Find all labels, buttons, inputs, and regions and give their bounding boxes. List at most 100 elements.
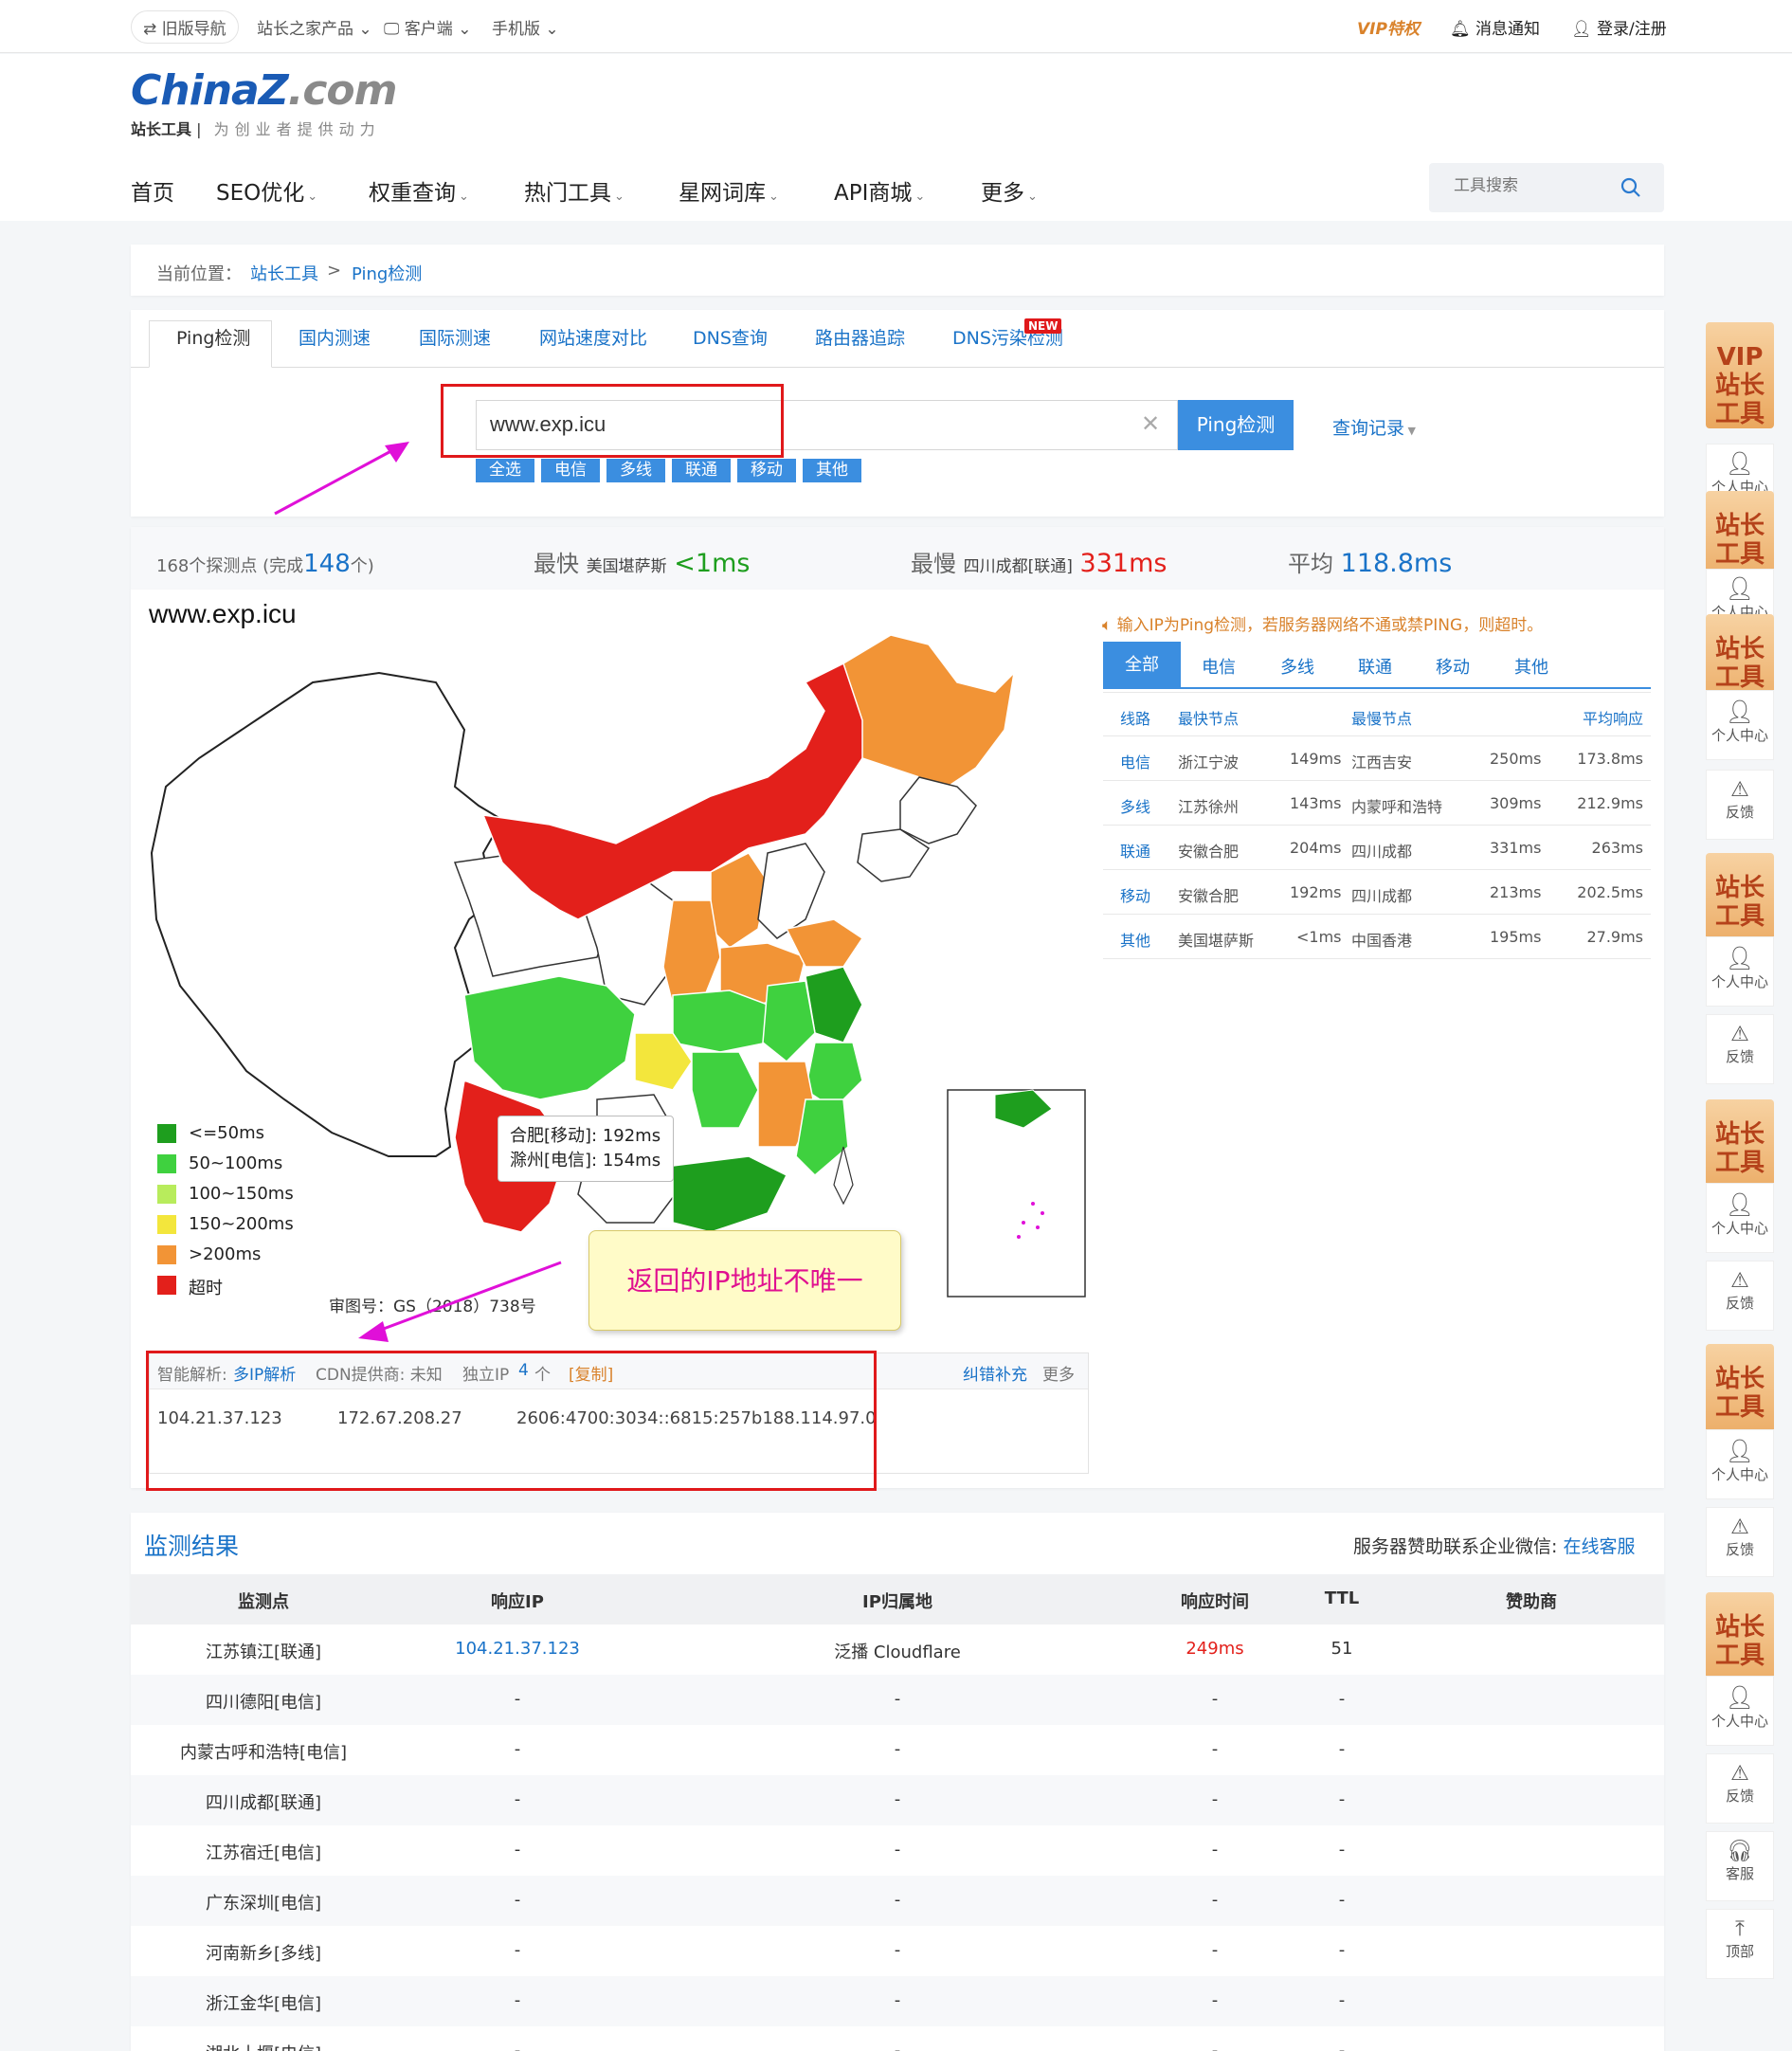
route-tab-other[interactable]: 其他 [1514,654,1548,679]
feedback-button[interactable]: ⚠︎ 反馈 [1706,1507,1774,1577]
route-row: 电信 浙江宁波 149ms 江西吉安 250ms 173.8ms [1103,736,1651,781]
tool-search-input[interactable] [1454,176,1615,195]
filter-unicom[interactable]: 联通 [672,459,731,482]
feedback-button[interactable]: ⚠︎ 反馈 [1706,1014,1774,1084]
nav-api[interactable]: API商城 ⌄ [834,174,925,207]
route-tab-telecom[interactable]: 电信 [1202,654,1236,679]
legend-label: <=50ms [189,1123,264,1143]
online-service-link[interactable]: 在线客服 [1563,1536,1635,1557]
nav-home[interactable]: 首页 [131,174,174,207]
clear-icon[interactable]: ✕ [1141,410,1160,437]
map-region-heilongjiang [842,634,1016,788]
bell-icon: 🔔︎ [1450,20,1475,39]
ping-hint: 🔈︎ 输入IP为Ping检测，若服务器网络不通或禁PING，则超时。 [1102,616,1544,635]
history-link[interactable]: 查询记录 ▼ [1332,414,1416,440]
sponsor-contact: 服务器赞助联系企业微信: 在线客服 [1353,1536,1636,1557]
highlight-box [146,1351,877,1491]
table-row: 江苏镇江[联通] 104.21.37.123 泛播 Cloudflare 249… [205,1639,1353,1662]
map-region-shanxi [710,852,769,949]
mobile-menu[interactable]: 手机版 ⌄ [492,15,559,39]
map-region-hubei [672,989,769,1053]
products-menu[interactable]: 站长之家产品 ⌄ [257,15,372,39]
nav-seo[interactable]: SEO优化 ⌄ [216,174,317,207]
user-icon: 👤︎ [1725,1684,1755,1711]
personal-center-button[interactable]: 👤︎ 个人中心 [1706,936,1774,1007]
legend-swatch [157,1124,176,1143]
more-link[interactable]: 更多 [1042,1361,1075,1385]
breadcrumb-current[interactable]: Ping检测 [352,261,422,285]
tab-intl-speed[interactable]: 国际测速 [419,324,491,350]
login-link[interactable]: 👤︎ 登录/注册 [1571,15,1667,39]
results-header-row: 监测点 响应IP IP归属地 响应时间 TTL 赞助商 [131,1574,1664,1624]
annotation-callout: 返回的IP地址不唯一 [588,1230,901,1331]
old-nav-link[interactable]: ⇄ 旧版导航 [131,10,239,44]
filter-other[interactable]: 其他 [803,459,861,482]
arrow-annotation [274,442,409,516]
swap-icon: ⇄ [143,20,162,39]
tab-site-compare[interactable]: 网站速度对比 [539,324,647,350]
service-button[interactable]: 🎧︎ 客服 [1706,1831,1774,1901]
personal-center-button[interactable]: 👤︎ 个人中心 [1706,1429,1774,1499]
chevron-down-icon: ⌄ [769,190,779,204]
table-row: 内蒙古呼和浩特[电信] - - - - [179,1739,1346,1763]
legend-label: 超时 [189,1279,223,1298]
route-row: 其他 美国堪萨斯 <1ms 中国香港 195ms 27.9ms [1103,915,1651,959]
filter-telecom[interactable]: 电信 [541,459,600,482]
route-tab-multiline[interactable]: 多线 [1280,654,1314,679]
top-bar: ⇄ 旧版导航 站长之家产品 ⌄ 🖵 客户端 ⌄ 手机版 ⌄ VIP特权 🔔︎ 消… [0,0,1792,53]
table-row: 四川成都[联通] - - - - [131,1775,1664,1825]
vip-badge[interactable]: VIP 站长 工具 [1706,322,1774,428]
chevron-down-icon: ⌄ [307,190,318,204]
table-row: 浙江金华[电信] - - - - [131,1976,1664,2026]
tab-divider [131,367,1664,368]
map-region-sichuan [463,975,636,1100]
search-icon[interactable] [1620,177,1641,198]
tab-ping[interactable]: Ping检测 [176,324,250,350]
feedback-icon: ⚠︎ [1730,1516,1749,1539]
legend-label: >200ms [189,1244,262,1264]
filter-mobile[interactable]: 移动 [737,459,796,482]
personal-center-button[interactable]: 👤︎ 个人中心 [1706,690,1774,760]
notify-link[interactable]: 🔔︎ 消息通知 [1450,15,1540,39]
feedback-button[interactable]: ⚠︎ 反馈 [1706,770,1774,840]
tab-domestic-speed[interactable]: 国内测速 [299,324,371,350]
breadcrumb-root[interactable]: 站长工具 [250,261,318,285]
feedback-button[interactable]: ⚠︎ 反馈 [1706,1261,1774,1331]
legend-swatch [157,1245,176,1264]
personal-center-button[interactable]: 👤︎ 个人中心 [1706,1183,1774,1253]
tab-dns-query[interactable]: DNS查询 [693,324,768,350]
user-icon: 👤︎ [1725,450,1755,477]
route-row: 多线 江苏徐州 143ms 内蒙呼和浩特 309ms 212.9ms [1103,781,1651,826]
chevron-down-icon: ⌄ [614,190,624,204]
chevron-down-icon: ⌄ [1027,190,1038,204]
route-tab-mobile[interactable]: 移动 [1436,654,1470,679]
vip-link[interactable]: VIP特权 [1357,15,1420,39]
correct-link[interactable]: 纠错补充 [963,1361,1027,1385]
user-icon: 👤︎ [1725,945,1755,971]
legend-swatch [157,1215,176,1234]
logo-subtitle: 站长工具 | 为创业者提供动力 [131,120,381,138]
client-menu[interactable]: 🖵 客户端 ⌄ [384,15,471,39]
feedback-icon: ⚠︎ [1730,1269,1749,1293]
route-row: 联通 安徽合肥 204ms 四川成都 331ms 263ms [1103,826,1651,870]
map-region-guangdong [672,1155,788,1233]
filter-multiline[interactable]: 多线 [606,459,665,482]
nav-weight[interactable]: 权重查询 ⌄ [369,174,469,207]
ping-button[interactable]: Ping检测 [1178,400,1294,450]
new-badge: NEW [1024,318,1062,334]
filter-all[interactable]: 全选 [476,459,534,482]
map-region-hunan [691,1051,759,1129]
nav-keywords[interactable]: 星网词库 ⌄ [679,174,779,207]
feedback-button[interactable]: ⚠︎ 反馈 [1706,1753,1774,1824]
tab-route-trace[interactable]: 路由器追踪 [815,324,905,350]
route-tab-unicom[interactable]: 联通 [1358,654,1392,679]
route-tab-all[interactable]: 全部 [1103,642,1181,689]
back-to-top-button[interactable]: ⤒ 顶部 [1706,1909,1774,1979]
legend-swatch [157,1154,176,1173]
logo[interactable]: ChinaZ.com [131,66,397,115]
user-icon: 👤︎ [1725,1191,1755,1218]
nav-more[interactable]: 更多 ⌄ [981,174,1038,207]
map-region-shaanxi [662,899,721,1006]
personal-center-button[interactable]: 👤︎ 个人中心 [1706,1676,1774,1746]
nav-hot-tools[interactable]: 热门工具 ⌄ [524,174,624,207]
